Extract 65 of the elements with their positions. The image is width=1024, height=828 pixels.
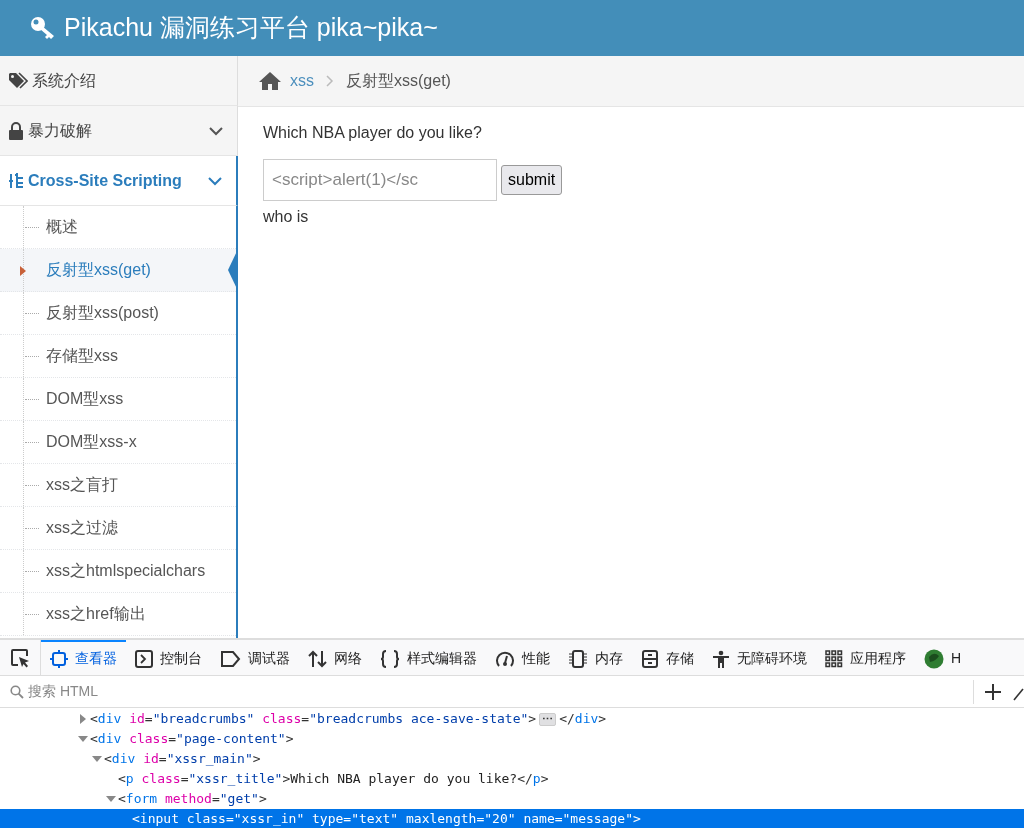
collapse-triangle-icon[interactable] <box>78 735 88 743</box>
home-icon <box>258 71 282 91</box>
console-icon <box>135 649 153 668</box>
gauge-icon <box>495 649 515 668</box>
submenu-item[interactable]: xss之href输出 <box>0 593 236 636</box>
search-html-field[interactable]: 搜索 HTML <box>28 681 965 702</box>
message-input[interactable]: <script>alert(1)</sc <box>263 159 497 201</box>
breadcrumb-current: 反射型xss(get) <box>346 71 451 91</box>
devtools-tab[interactable]: 应用程序 <box>816 640 915 675</box>
submenu-item[interactable]: xss之htmlspecialchars <box>0 550 236 593</box>
devtools-tab[interactable]: 控制台 <box>126 640 211 675</box>
tag-icon <box>8 72 28 89</box>
caret-icon <box>20 266 26 276</box>
devtools-tab[interactable]: 性能 <box>486 640 559 675</box>
submenu-item[interactable]: 反射型xss(get) <box>0 249 236 292</box>
submenu-item[interactable]: xss之盲打 <box>0 464 236 507</box>
submenu-item[interactable]: xss之过滤 <box>0 507 236 550</box>
chip-icon <box>568 649 588 668</box>
chevron-down-icon <box>209 125 223 136</box>
key-icon <box>30 16 56 40</box>
collapsed-content-badge[interactable]: ⋯ <box>539 712 557 726</box>
submenu-item[interactable]: 反射型xss(post) <box>0 292 236 335</box>
devtools-tab[interactable]: 无障碍环境 <box>703 640 816 675</box>
question-text: Which NBA player do you like? <box>263 123 482 143</box>
submenu-item[interactable]: 存储型xss <box>0 335 236 378</box>
markup-line[interactable]: <div id="xssr_main"> <box>104 749 261 769</box>
search-icon <box>10 684 24 699</box>
devtools-tab[interactable]: H <box>915 640 971 675</box>
storage-icon <box>641 649 659 668</box>
sidebar-menu-item[interactable]: 系统介绍 <box>0 56 238 106</box>
submit-button[interactable]: submit <box>501 165 563 195</box>
collapse-triangle-icon[interactable] <box>106 795 116 803</box>
markup-closing-tag: </div> <box>559 709 607 729</box>
submenu-item[interactable]: DOM型xss <box>0 378 236 421</box>
result-text: who is <box>263 207 309 227</box>
globe-icon <box>924 648 944 669</box>
submenu-item[interactable]: 概述 <box>0 206 236 249</box>
markup-line[interactable]: <p class="xssr_title">Which NBA player do you like?</p> <box>118 769 549 789</box>
devtools-tab[interactable]: 网络 <box>299 640 371 675</box>
element-picker-icon[interactable] <box>10 647 30 668</box>
inspector-icon <box>50 649 68 668</box>
expand-triangle-icon[interactable] <box>79 714 87 724</box>
collapse-triangle-icon[interactable] <box>92 755 102 763</box>
add-icon[interactable] <box>984 682 1002 701</box>
sidebar-menu-item[interactable]: Cross-Site Scripting <box>0 156 238 206</box>
chevron-right-icon <box>326 75 334 87</box>
markup-line[interactable]: <form method="get"> <box>118 789 267 809</box>
debugger-icon <box>220 649 241 668</box>
devtools-tab[interactable]: 调试器 <box>211 640 299 675</box>
site-title: Pikachu 漏洞练习平台 pika~pika~ <box>64 12 438 44</box>
grid-icon <box>825 649 843 668</box>
markup-line[interactable]: <div class="page-content"> <box>90 729 294 749</box>
markup-line[interactable]: <div id="breadcrumbs" class="breadcrumbs ace-save-state"> <box>90 709 537 729</box>
braces-icon <box>380 649 400 668</box>
devtools-tab[interactable]: 内存 <box>559 640 632 675</box>
network-icon <box>308 649 327 668</box>
hierarchy-icon <box>8 172 24 189</box>
chevron-down-icon <box>208 175 222 186</box>
sidebar-menu-item[interactable]: 暴力破解 <box>0 106 238 156</box>
devtools-tab[interactable]: 查看器 <box>41 640 126 675</box>
devtools-tab[interactable]: 存储 <box>632 640 703 675</box>
devtools-tab[interactable]: 样式编辑器 <box>371 640 486 675</box>
person-icon <box>712 649 730 668</box>
submenu-item[interactable]: DOM型xss-x <box>0 421 236 464</box>
lock-icon <box>8 121 24 140</box>
